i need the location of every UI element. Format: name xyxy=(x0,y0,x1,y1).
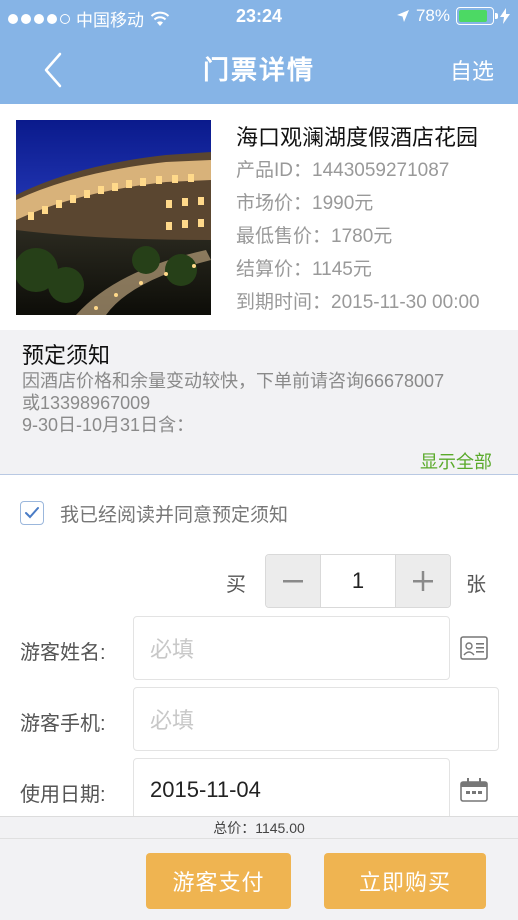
settle-price: 结算价：1145元 xyxy=(236,259,372,280)
show-all-link[interactable]: 显示全部 xyxy=(420,448,492,474)
status-right: 78% xyxy=(396,6,510,26)
buy-now-button[interactable]: 立即购买 xyxy=(324,853,486,909)
notice-title: 预定须知 xyxy=(22,343,111,368)
notice-line: 或13398967009 xyxy=(22,393,151,413)
expire-time: 到期时间：2015-11-30 00:00 xyxy=(236,292,480,313)
product-card: 海口观澜湖度假酒店花园 产品ID：1443059271087 市场价：1990元… xyxy=(0,104,518,330)
use-date-input[interactable]: 2015-11-04 xyxy=(133,758,450,822)
use-date-value: 2015-11-04 xyxy=(150,777,261,802)
increment-button[interactable] xyxy=(396,555,450,607)
agree-label: 我已经阅读并同意预定须知 xyxy=(60,504,289,526)
decrement-button[interactable] xyxy=(266,555,320,607)
unit-label: 张 xyxy=(466,574,486,596)
visitor-phone-input[interactable]: 必填 xyxy=(133,687,499,751)
product-info: 海口观澜湖度假酒店花园 产品ID：1443059271087 市场价：1990元… xyxy=(236,122,500,319)
visitor-pay-button[interactable]: 游客支付 xyxy=(146,853,291,909)
buy-label: 买 xyxy=(226,574,246,596)
custom-select-button[interactable]: 自选 xyxy=(450,54,494,86)
visitor-name-placeholder: 必填 xyxy=(150,637,195,662)
min-price: 最低售价：1780元 xyxy=(236,226,393,247)
contact-card-icon[interactable] xyxy=(460,636,488,660)
calendar-icon[interactable] xyxy=(460,778,488,802)
visitor-name-input[interactable]: 必填 xyxy=(133,616,450,680)
check-icon xyxy=(25,507,39,519)
product-name: 海口观澜湖度假酒店花园 xyxy=(236,125,479,150)
visitor-phone-placeholder: 必填 xyxy=(150,708,195,733)
page-title: 门票详情 xyxy=(202,55,315,85)
booking-notice: 预定须知 因酒店价格和余量变动较快，下单前请咨询66678007 或133989… xyxy=(0,330,518,475)
plus-icon xyxy=(413,571,433,591)
quantity-stepper: 1 xyxy=(265,554,451,608)
location-arrow-icon xyxy=(396,10,409,22)
charging-icon xyxy=(500,8,510,24)
nav-bar: 门票详情 自选 xyxy=(0,34,518,104)
visitor-phone-label: 游客手机: xyxy=(20,713,106,735)
notice-line: 9-30日-10月31日含： xyxy=(22,415,195,435)
notice-text: 因酒店价格和余量变动较快，下单前请咨询66678007 或13398967009… xyxy=(22,370,498,436)
product-id: 产品ID：1443059271087 xyxy=(236,160,450,181)
minus-icon xyxy=(283,580,303,583)
market-price: 市场价：1990元 xyxy=(236,193,374,214)
product-image[interactable] xyxy=(16,120,211,315)
bottom-action-bar: 游客支付 立即购买 xyxy=(0,838,518,920)
status-bar: 中国移动 23:24 78% xyxy=(0,0,518,34)
visitor-name-label: 游客姓名: xyxy=(20,642,106,664)
notice-line: 因酒店价格和余量变动较快，下单前请咨询66678007 xyxy=(22,371,445,391)
total-price: 总价：1145.00 xyxy=(0,816,518,838)
agree-checkbox[interactable] xyxy=(20,501,44,525)
app-header: 中国移动 23:24 78% 门票详情 自选 xyxy=(0,0,518,104)
agree-checkbox-row[interactable]: 我已经阅读并同意预定须知 xyxy=(20,500,288,526)
quantity-value[interactable]: 1 xyxy=(320,555,396,607)
battery-icon xyxy=(456,7,498,25)
battery-percent: 78% xyxy=(415,6,450,25)
use-date-label: 使用日期: xyxy=(20,784,106,806)
